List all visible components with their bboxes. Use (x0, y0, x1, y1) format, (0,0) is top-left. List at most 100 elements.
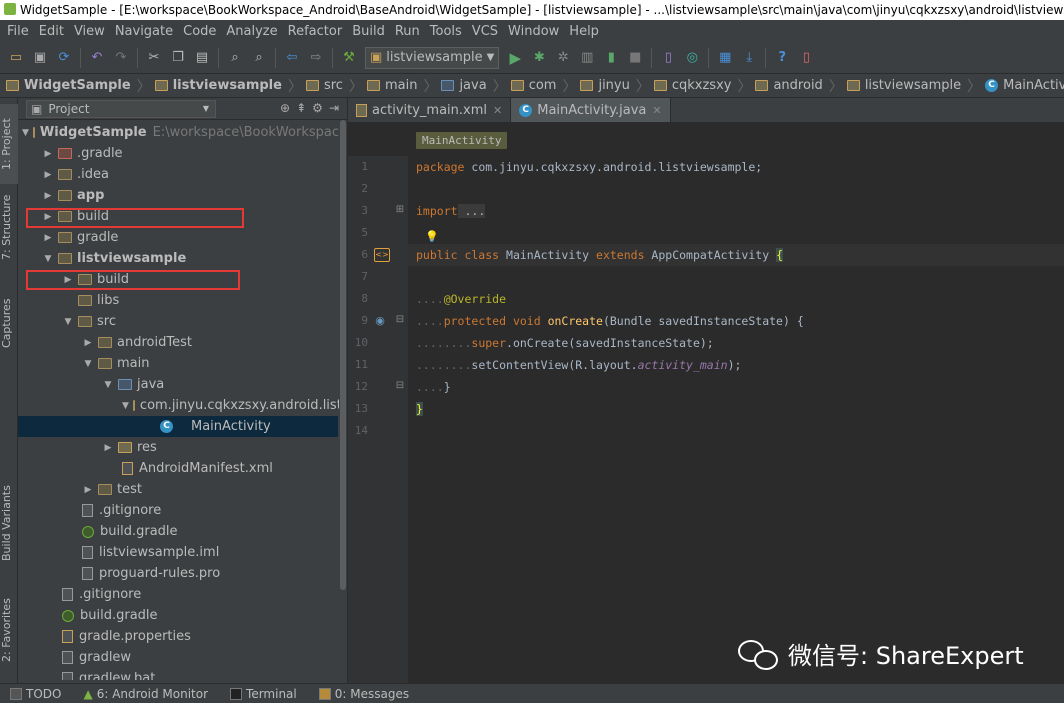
coverage-icon[interactable]: ▥ (578, 49, 596, 67)
tree-item[interactable]: libs (18, 290, 338, 311)
nav-crumb[interactable]: src 〉 (304, 76, 365, 96)
tree-item[interactable]: ▶ gradle (18, 227, 338, 248)
redo-icon[interactable]: ↷ (112, 49, 130, 67)
fold-minus-icon[interactable]: ⊟ (392, 314, 408, 328)
project-structure-icon[interactable]: ▦ (716, 49, 734, 67)
sync-icon[interactable]: ⟳ (55, 49, 73, 67)
code-content[interactable]: package com.jinyu.cqkxzsxy.android.listv… (416, 156, 804, 416)
tree-item[interactable]: ▼ main (18, 353, 338, 374)
scrollbar-thumb[interactable] (340, 120, 346, 590)
tree-item[interactable]: ▼ listviewsample (18, 248, 338, 269)
android-device-monitor-icon[interactable]: ▯ (797, 49, 815, 67)
device-icon[interactable]: ▯ (659, 49, 677, 67)
tree-item[interactable]: ▶ .gradle (18, 143, 338, 164)
nav-crumb[interactable]: listviewsample 〉 (845, 76, 983, 96)
menu-edit[interactable]: Edit (34, 24, 69, 39)
stop-icon[interactable]: ■ (626, 49, 644, 67)
undo-icon[interactable]: ↶ (88, 49, 106, 67)
tree-item[interactable]: ▶ .idea (18, 164, 338, 185)
nav-crumb[interactable]: com 〉 (509, 76, 579, 96)
tree-item[interactable]: ▼ com.jinyu.cqkxzsxy.android.listvie (18, 395, 347, 416)
menu-tools[interactable]: Tools (425, 24, 467, 39)
activity-gutter-icon[interactable]: <> (374, 248, 390, 262)
menu-build[interactable]: Build (347, 24, 390, 39)
nav-crumb[interactable]: C MainActivity (983, 78, 1064, 93)
tab-structure[interactable]: 7: Structure (0, 192, 18, 262)
tree-item[interactable]: gradlew (18, 647, 338, 668)
tool-todo[interactable]: TODO (10, 687, 61, 701)
gradle-sync-icon[interactable]: ◎ (683, 49, 701, 67)
tree-item[interactable]: listviewsample.iml (18, 542, 338, 563)
tree-item-selected[interactable]: C MainActivity (18, 416, 338, 437)
menu-help[interactable]: Help (564, 24, 604, 39)
tree-item[interactable]: ▼ WidgetSample E:\workspace\BookWorkspace_… (18, 122, 347, 143)
nav-crumb[interactable]: android 〉 (753, 76, 844, 96)
scroll-from-source-icon[interactable]: ⊕ (280, 101, 290, 115)
tree-item[interactable]: gradlew.bat (18, 668, 338, 680)
menu-navigate[interactable]: Navigate (110, 24, 178, 39)
tab-captures[interactable]: Captures (0, 288, 18, 358)
tree-item[interactable]: AndroidManifest.xml (18, 458, 338, 479)
tab-project[interactable]: 1: Project (0, 104, 18, 184)
help-icon[interactable]: ? (773, 49, 791, 67)
tree-item[interactable]: .gitignore (18, 584, 338, 605)
tree-item[interactable]: build.gradle (18, 605, 338, 626)
collapse-all-icon[interactable]: ⇞ (296, 101, 306, 115)
menu-window[interactable]: Window (503, 24, 564, 39)
tree-item[interactable]: ▶ res (18, 437, 338, 458)
debug-icon[interactable]: ✱ (530, 49, 548, 67)
nav-crumb[interactable]: main 〉 (365, 76, 439, 96)
tab-build-variants[interactable]: Build Variants (0, 478, 18, 568)
close-icon[interactable]: ✕ (652, 104, 661, 117)
profile-icon[interactable]: ▮ (602, 49, 620, 67)
menu-vcs[interactable]: VCS (467, 24, 503, 39)
run-config-select[interactable]: ▣ listviewsample ▼ (365, 46, 500, 69)
tree-item[interactable]: gradle.properties (18, 626, 338, 647)
nav-crumb[interactable]: WidgetSample 〉 (4, 76, 153, 96)
menu-code[interactable]: Code (178, 24, 221, 39)
settings-icon[interactable]: ⚙ (312, 101, 323, 115)
paste-icon[interactable]: ▤ (193, 49, 211, 67)
back-icon[interactable]: ⇦ (283, 49, 301, 67)
find-icon[interactable]: ⌕ (226, 49, 244, 67)
menu-analyze[interactable]: Analyze (221, 24, 282, 39)
save-icon[interactable]: ▣ (31, 49, 49, 67)
sdk-manager-icon[interactable]: ⤓ (740, 49, 758, 67)
run-icon[interactable]: ▶ (506, 49, 524, 67)
replace-icon[interactable]: ⌕ (250, 49, 268, 67)
tab-favorites[interactable]: 2: Favorites (0, 592, 18, 668)
tree-item[interactable]: build.gradle (18, 521, 338, 542)
menu-run[interactable]: Run (390, 24, 425, 39)
tool-messages[interactable]: 0: Messages (318, 687, 409, 701)
override-gutter-icon[interactable]: ◉ (372, 314, 388, 328)
open-folder-icon[interactable]: ▭ (7, 49, 25, 67)
tree-item[interactable]: ▶ test (18, 479, 338, 500)
hide-icon[interactable]: ⇥ (329, 101, 339, 115)
tree-item[interactable]: .gitignore (18, 500, 338, 521)
tree-item[interactable]: ▶ app (18, 185, 338, 206)
nav-crumb[interactable]: cqkxzsxy 〉 (652, 76, 754, 96)
tool-android-monitor[interactable]: ▲ 6: Android Monitor (83, 687, 208, 701)
editor-breadcrumb[interactable]: MainActivity (416, 132, 508, 149)
tree-item[interactable]: ▼ src (18, 311, 338, 332)
attach-debugger-icon[interactable]: ✲ (554, 49, 572, 67)
nav-crumb[interactable]: java 〉 (439, 76, 508, 96)
close-icon[interactable]: ✕ (493, 104, 502, 117)
tool-terminal[interactable]: Terminal (230, 687, 297, 701)
project-scrollbar[interactable] (339, 120, 347, 680)
menu-view[interactable]: View (69, 24, 110, 39)
project-view-select[interactable]: ▣ Project ▼ (26, 99, 216, 118)
cut-icon[interactable]: ✂ (145, 49, 163, 67)
copy-icon[interactable]: ❐ (169, 49, 187, 67)
nav-crumb[interactable]: listviewsample 〉 (153, 76, 304, 96)
make-project-icon[interactable]: ⚒ (340, 49, 358, 67)
tree-item[interactable]: proguard-rules.pro (18, 563, 338, 584)
tree-item[interactable]: ▶ androidTest (18, 332, 338, 353)
fold-plus-icon[interactable]: ⊞ (392, 204, 408, 218)
fold-end-icon[interactable]: ⊟ (392, 380, 408, 394)
tree-item[interactable]: ▼ java (18, 374, 338, 395)
menu-file[interactable]: File (2, 24, 34, 39)
nav-crumb[interactable]: jinyu 〉 (578, 76, 651, 96)
forward-icon[interactable]: ⇨ (307, 49, 325, 67)
tab-activity-main-xml[interactable]: activity_main.xml ✕ (348, 98, 512, 122)
